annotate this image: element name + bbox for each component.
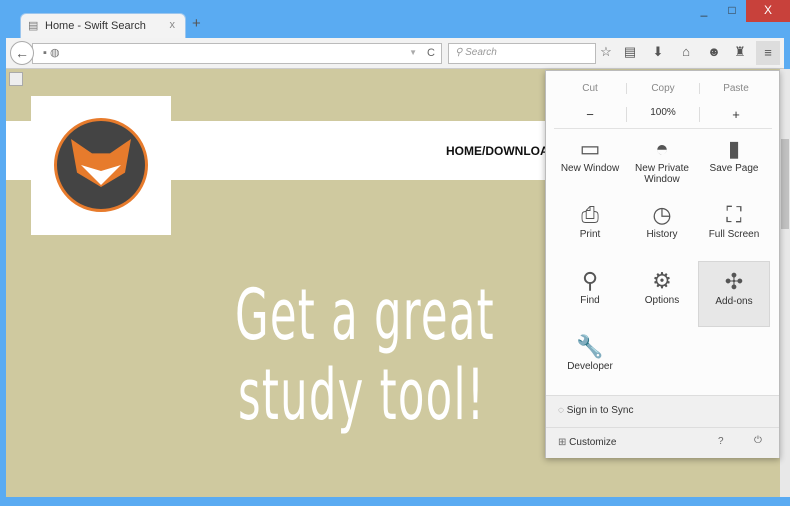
edit-controls: Cut Copy Paste xyxy=(554,83,772,94)
page-icon: ▤ xyxy=(28,20,39,32)
menu-item-new-private-window[interactable]: ◓ New Private Window xyxy=(626,129,698,195)
scrollbar-thumb[interactable] xyxy=(781,139,789,229)
window-icon: ▭ xyxy=(579,136,601,161)
zoom-controls: − 100% + xyxy=(554,107,772,129)
url-bar[interactable]: ▪ ◍ ▼ C xyxy=(32,43,442,64)
magnifier-icon: ⚲ xyxy=(581,268,599,293)
window-controls: _ □ X xyxy=(690,0,790,22)
download-icon[interactable]: ⬇ xyxy=(648,44,668,60)
fullscreen-icon: ⛶ xyxy=(726,202,742,227)
zoom-out-button[interactable]: − xyxy=(554,107,627,122)
menu-item-print[interactable]: ⎙ Print xyxy=(554,195,626,261)
zoom-in-button[interactable]: + xyxy=(700,107,772,122)
tab-title: Home - Swift Search xyxy=(45,20,146,32)
search-input[interactable]: ⚲ Search xyxy=(448,43,596,64)
menu-item-label: Print xyxy=(579,229,601,240)
headline-line-1: Get a great xyxy=(235,274,495,356)
paste-button[interactable]: Paste xyxy=(700,83,772,94)
hamburger-menu-icon[interactable]: ≡ xyxy=(756,41,780,65)
site-logo[interactable] xyxy=(31,96,171,235)
customize-label: Customize xyxy=(569,437,617,448)
customize-button[interactable]: ⊞ Customize xyxy=(558,437,616,448)
navigation-bar: ▪ ◍ ▼ C ← ⚲ Search ☆ ▤ ⬇ ⌂ ☻ ♜ ≡ xyxy=(6,38,784,69)
clock-icon: ◷ xyxy=(652,202,672,227)
back-button[interactable]: ← xyxy=(10,41,34,65)
menu-item-label: New Window xyxy=(560,163,620,174)
scrollbar[interactable] xyxy=(780,69,790,497)
copy-button[interactable]: Copy xyxy=(627,83,700,94)
identity-icon: ▪ ◍ xyxy=(43,47,60,59)
menu-item-developer[interactable]: 🔧 Developer xyxy=(554,327,626,393)
printer-icon: ⎙ xyxy=(581,202,599,227)
menu-item-label: Developer xyxy=(567,361,613,372)
menu-item-options[interactable]: ⚙ Options xyxy=(626,261,698,327)
menu-item-new-window[interactable]: ▭ New Window xyxy=(554,129,626,195)
menu-item-save-page[interactable]: ▮ Save Page xyxy=(698,129,770,195)
page-info-icon[interactable] xyxy=(9,72,23,86)
minimize-button[interactable]: _ xyxy=(690,0,718,22)
menu-item-history[interactable]: ◷ History xyxy=(626,195,698,261)
maximize-button[interactable]: □ xyxy=(718,0,746,22)
browser-tab[interactable]: ▤ Home - Swift Search x xyxy=(20,13,186,39)
zoom-reset-button[interactable]: 100% xyxy=(627,107,700,122)
fox-logo-icon xyxy=(54,118,148,212)
menu-item-add-ons[interactable]: ✣ Add-ons xyxy=(698,261,770,327)
page-icon: ▮ xyxy=(727,136,741,161)
extension-icon[interactable]: ♜ xyxy=(730,44,750,60)
smiley-icon[interactable]: ☻ xyxy=(704,44,724,59)
firefox-menu-panel: Cut Copy Paste − 100% + ▭ New Window ◓ New … xyxy=(545,70,780,458)
sync-button[interactable]: ◌ Sign in to Sync xyxy=(546,395,779,427)
tab-close-icon[interactable]: x xyxy=(170,19,176,31)
reading-list-icon[interactable]: ▤ xyxy=(620,44,640,60)
sync-label: Sign in to Sync xyxy=(566,405,634,416)
plus-box-icon: ⊞ xyxy=(558,437,567,448)
sync-icon: ◌ xyxy=(558,405,564,416)
menu-footer: ⊞ Customize ? ⏻ xyxy=(546,427,779,458)
cut-button[interactable]: Cut xyxy=(554,83,627,94)
new-tab-button[interactable]: + xyxy=(192,15,201,32)
dropdown-icon[interactable]: ▼ xyxy=(409,48,417,57)
quit-icon[interactable]: ⏻ xyxy=(754,435,762,446)
site-nav-links[interactable]: HOME/DOWNLOA xyxy=(446,144,549,158)
headline-line-2: study tool! xyxy=(238,354,486,436)
menu-item-label: Full Screen xyxy=(708,229,760,240)
puzzle-icon: ✣ xyxy=(724,269,744,294)
menu-item-label: Add-ons xyxy=(715,296,753,307)
menu-item-label: Save Page xyxy=(709,163,759,174)
wrench-icon: 🔧 xyxy=(576,334,604,359)
bookmark-star-icon[interactable]: ☆ xyxy=(596,44,616,60)
menu-item-find[interactable]: ⚲ Find xyxy=(554,261,626,327)
help-icon[interactable]: ? xyxy=(718,436,724,447)
search-placeholder: Search xyxy=(465,47,497,58)
menu-item-label: Find xyxy=(580,295,600,306)
menu-grid: ▭ New Window ◓ New Private Window ▮ Save Page… xyxy=(554,129,772,393)
menu-item-full-screen[interactable]: ⛶ Full Screen xyxy=(698,195,770,261)
menu-item-label: Options xyxy=(644,295,680,306)
mask-icon: ◓ xyxy=(655,136,669,161)
gear-icon: ⚙ xyxy=(652,268,672,293)
close-button[interactable]: X xyxy=(746,0,790,22)
home-icon[interactable]: ⌂ xyxy=(676,44,696,59)
menu-item-label: History xyxy=(646,229,678,240)
menu-item-label: New Private Window xyxy=(635,163,689,185)
reload-icon[interactable]: C xyxy=(427,47,435,59)
